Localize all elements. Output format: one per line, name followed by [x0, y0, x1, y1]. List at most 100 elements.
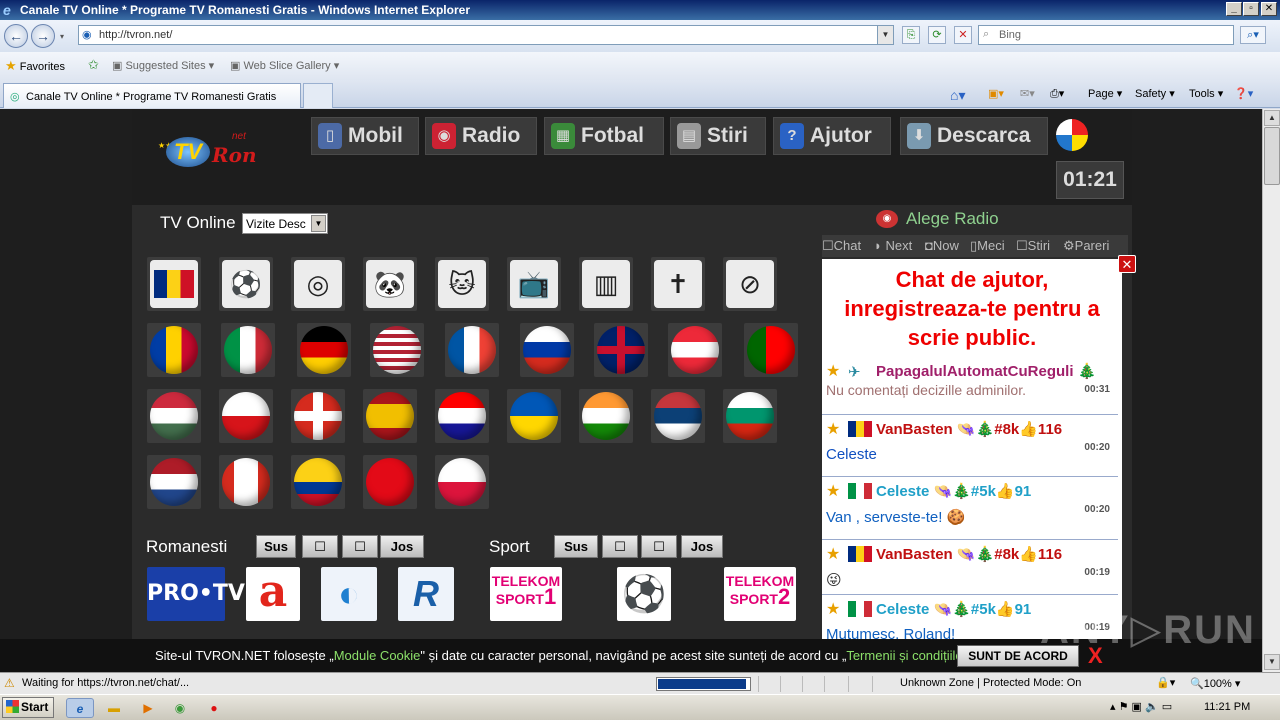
favorites-button[interactable]: ★ Favorites — [5, 58, 65, 74]
new-tab-button[interactable] — [303, 83, 333, 108]
channel-netherlands[interactable] — [147, 455, 201, 509]
maximize-button[interactable]: ▫ — [1243, 2, 1259, 16]
help-menu-icon[interactable]: ❓▾ — [1234, 87, 1253, 100]
channel-football[interactable]: ⚽ — [219, 257, 273, 311]
channel-romania-map[interactable] — [147, 257, 201, 311]
channel-panda[interactable]: 🐼 — [363, 257, 417, 311]
history-dropdown-icon[interactable]: ▾ — [60, 32, 64, 41]
cookie-modules-link[interactable]: Module Cookie — [334, 648, 421, 663]
chat-username[interactable]: Celeste 👒🎄#5k👍91 — [876, 482, 1031, 500]
romanesti-box-button-1[interactable]: ☐ — [302, 535, 338, 558]
chat-tab-now[interactable]: ◘Now — [925, 238, 959, 253]
menu-item-stiri[interactable]: ▤ Stiri — [670, 117, 766, 155]
home-icon[interactable]: ⌂▾ — [950, 87, 965, 104]
menu-item-descarca[interactable]: ⬇ Descarca — [900, 117, 1048, 155]
channel-spain[interactable] — [363, 389, 417, 443]
channel-antena1[interactable]: a — [246, 567, 300, 621]
page-menu[interactable]: Page ▾ — [1088, 87, 1122, 100]
search-button[interactable]: ⌕▾ — [1240, 26, 1266, 44]
address-field[interactable]: ◉ http://tvron.net/ ▼ — [78, 25, 894, 45]
channel-czech[interactable] — [219, 389, 273, 443]
tray-icons[interactable]: ▴ ⚑ ▣ 🔈 ▭ — [1110, 700, 1172, 713]
ie-taskbar-icon[interactable]: e — [66, 698, 94, 718]
channel-tvr[interactable]: R — [398, 567, 454, 621]
refresh-icon[interactable]: ⟳ — [928, 26, 946, 44]
channel-poland[interactable] — [435, 455, 489, 509]
choose-radio-link[interactable]: ◉ Alege Radio — [876, 209, 999, 229]
channel-cartoon[interactable]: 🐱 — [435, 257, 489, 311]
channel-digi[interactable]: ◐ — [321, 567, 377, 621]
channel-bulgaria[interactable] — [723, 389, 777, 443]
chat-close-button[interactable]: ✕ — [1118, 255, 1136, 273]
chat-tab-meci[interactable]: ▯Meci — [970, 238, 1005, 254]
safety-menu[interactable]: Safety ▾ — [1135, 87, 1175, 100]
feeds-icon[interactable]: ▣▾ — [988, 87, 1004, 100]
start-button[interactable]: Start — [2, 697, 54, 718]
beach-ball-icon[interactable] — [1056, 119, 1088, 151]
zoom-level[interactable]: 🔍100% ▾ — [1190, 677, 1240, 690]
suggested-sites-link[interactable]: ▣ Suggested Sites ▾ — [112, 59, 214, 72]
channel-france[interactable] — [445, 323, 499, 377]
web-slice-gallery-link[interactable]: ▣ Web Slice Gallery ▾ — [230, 59, 339, 72]
romanesti-up-button[interactable]: Sus — [256, 535, 296, 558]
sort-select[interactable]: Vizite Desc ▼ — [242, 213, 328, 234]
print-icon[interactable]: ⎙▾ — [1050, 87, 1064, 101]
channel-russia[interactable] — [520, 323, 574, 377]
chrome-icon[interactable]: ◉ — [170, 698, 190, 718]
channel-film-reel[interactable]: ◎ — [291, 257, 345, 311]
chat-username[interactable]: VanBasten 👒🎄#8k👍116 — [876, 420, 1062, 438]
channel-telekom-sport-1[interactable]: TELEKOM SPORT1 — [490, 567, 562, 621]
channel-moldova[interactable] — [147, 323, 201, 377]
channel-uk[interactable] — [594, 323, 648, 377]
channel-italy[interactable] — [221, 323, 275, 377]
channel-usa[interactable] — [370, 323, 424, 377]
read-mail-icon[interactable]: ✉▾ — [1020, 87, 1035, 100]
scroll-thumb[interactable] — [1264, 127, 1280, 185]
close-window-button[interactable]: ✕ — [1261, 2, 1277, 16]
antivirus-icon[interactable]: ● — [204, 698, 224, 718]
channel-tv-24[interactable]: 📺 — [507, 257, 561, 311]
channel-india[interactable] — [579, 389, 633, 443]
sport-box-button-2[interactable]: ☐ — [641, 535, 677, 558]
channel-telekom-sport-2[interactable]: TELEKOM SPORT2 — [724, 567, 796, 621]
tvron-logo[interactable]: ★★★ TV net Ron — [158, 121, 268, 173]
channel-football[interactable]: ⚽ — [617, 567, 671, 621]
menu-item-mobil[interactable]: ▯ Mobil — [311, 117, 419, 155]
chat-tab-next[interactable]: ◗ Next — [874, 238, 912, 253]
chat-tab-pareri[interactable]: ⚙Pareri — [1063, 238, 1109, 254]
minimize-button[interactable]: _ — [1226, 2, 1242, 16]
chat-tab-chat[interactable]: ☐Chat — [822, 238, 861, 254]
channel-music-tv[interactable]: ⊘ — [723, 257, 777, 311]
channel-protv[interactable]: PRO•TV — [147, 567, 245, 621]
chat-username[interactable]: PapagalulAutomatCuReguli 🎄 — [876, 362, 1096, 380]
stop-icon[interactable]: ✕ — [954, 26, 972, 44]
channel-ukraine[interactable] — [507, 389, 561, 443]
channel-austria[interactable] — [668, 323, 722, 377]
vertical-scrollbar[interactable]: ▲ ▼ — [1262, 109, 1280, 672]
channel-portugal[interactable] — [744, 323, 798, 377]
tab-tvron[interactable]: ◎ Canale TV Online * Programe TV Romanes… — [3, 83, 301, 108]
back-button[interactable]: ← — [4, 24, 28, 48]
protected-mode-icon[interactable]: 🔒▾ — [1156, 676, 1175, 689]
romanesti-box-button-2[interactable]: ☐ — [342, 535, 378, 558]
menu-item-radio[interactable]: ◉ Radio — [425, 117, 537, 155]
channel-canada[interactable] — [219, 455, 273, 509]
channel-city-buildings[interactable]: ▥ — [579, 257, 633, 311]
scroll-up-icon[interactable]: ▲ — [1264, 110, 1280, 126]
compatibility-view-icon[interactable]: ⎘ — [902, 26, 920, 44]
sport-box-button-1[interactable]: ☐ — [602, 535, 638, 558]
romanesti-down-button[interactable]: Jos — [380, 535, 424, 558]
channel-serbia[interactable] — [651, 389, 705, 443]
chat-username[interactable]: VanBasten 👒🎄#8k👍116 — [876, 545, 1062, 563]
channel-croatia[interactable] — [435, 389, 489, 443]
menu-item-fotbal[interactable]: ▦ Fotbal — [544, 117, 664, 155]
channel-colombia[interactable] — [291, 455, 345, 509]
media-player-icon[interactable]: ▶ — [138, 698, 158, 718]
search-field[interactable]: ⌕ Bing — [978, 25, 1234, 45]
address-dropdown-icon[interactable]: ▼ — [877, 26, 893, 44]
explorer-icon[interactable]: ▬ — [104, 698, 124, 718]
chat-tab-stiri[interactable]: ☐Stiri — [1016, 238, 1050, 254]
sport-up-button[interactable]: Sus — [554, 535, 598, 558]
chat-username[interactable]: Celeste 👒🎄#5k👍91 — [876, 600, 1031, 618]
sport-down-button[interactable]: Jos — [681, 535, 723, 558]
